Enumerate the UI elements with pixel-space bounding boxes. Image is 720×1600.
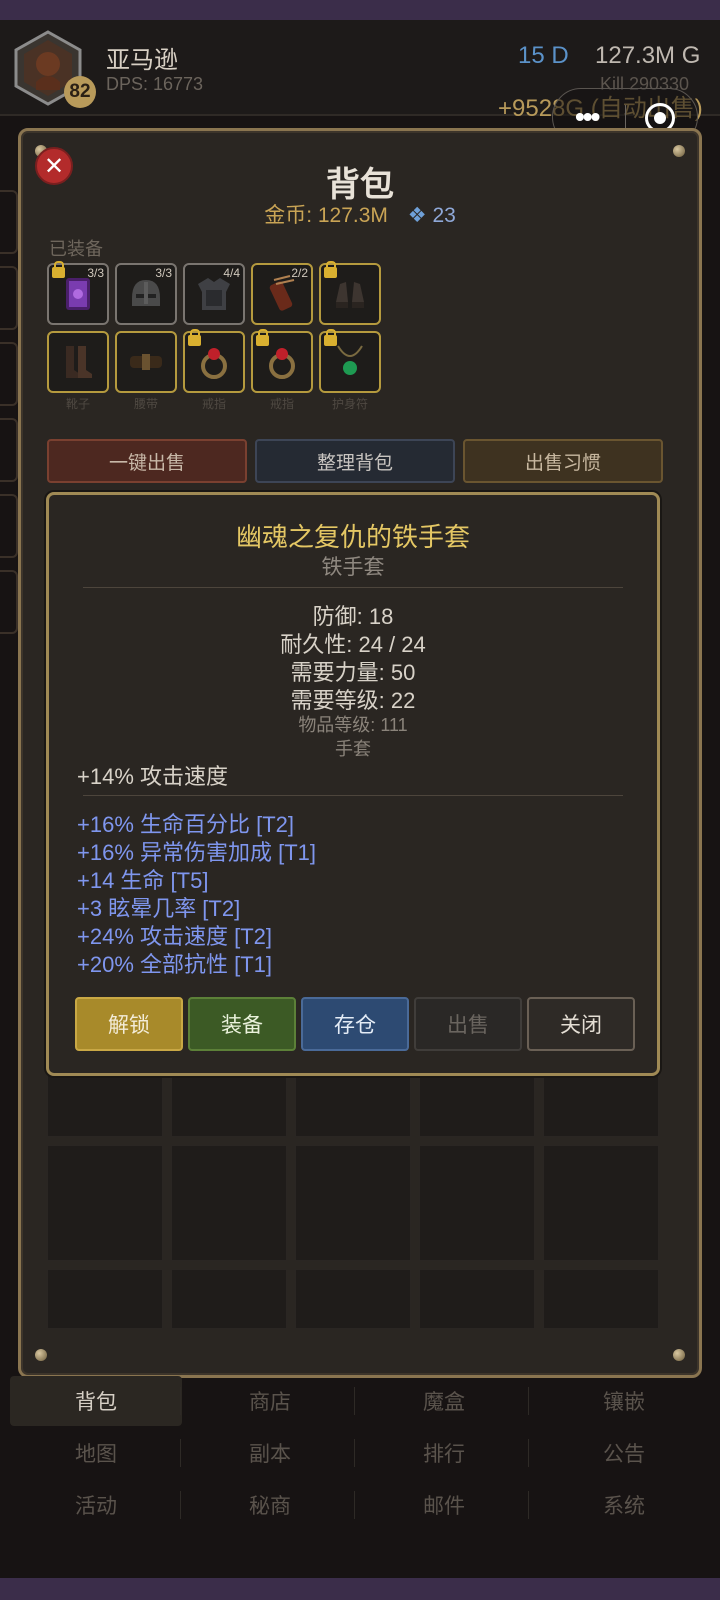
item-base-type: 铁手套 — [321, 556, 385, 579]
nav-ranking[interactable]: 排行 — [358, 1428, 530, 1478]
equip-slot-belt[interactable] — [115, 331, 177, 393]
slot-label: 戒指 — [269, 397, 294, 411]
inventory-cell[interactable] — [295, 1269, 411, 1329]
corner-rivet-icon — [35, 1349, 47, 1361]
belt-icon — [130, 354, 162, 370]
boots-icon — [66, 346, 92, 378]
nav-dungeon[interactable]: 副本 — [184, 1428, 356, 1478]
nav-secret-merchant[interactable]: 秘商 — [184, 1480, 356, 1530]
gold-count: 127.3M G — [595, 42, 701, 69]
bottom-navigation: 背包 商店 魔盒 镶嵌 地图 副本 排行 公告 活动 秘商 邮件 系统 — [0, 1376, 720, 1566]
lock-icon — [52, 261, 65, 278]
corner-rivet-icon — [673, 145, 685, 157]
currency-line: 金币: 127.3M ❖ 23 — [21, 199, 699, 229]
nav-divider — [354, 1439, 355, 1467]
nav-magic-box[interactable]: 魔盒 — [358, 1376, 530, 1426]
lock-icon — [188, 329, 201, 346]
slot-label: 靴子 — [65, 397, 90, 411]
slot-label: 戒指 — [201, 397, 226, 411]
nav-divider — [528, 1491, 529, 1519]
nav-divider — [180, 1387, 181, 1415]
slot-count: 2/2 — [291, 266, 308, 280]
nav-divider — [528, 1387, 529, 1415]
inventory-cell[interactable] — [543, 1145, 659, 1261]
close-tooltip-button[interactable]: 关闭 — [527, 997, 635, 1051]
nav-inlay[interactable]: 镶嵌 — [538, 1376, 710, 1426]
equipped-label: 已装备 — [49, 239, 103, 259]
equip-slot-ring-2[interactable] — [251, 329, 313, 393]
sort-bag-button[interactable]: 整理背包 — [255, 439, 455, 483]
unlock-button[interactable]: 解锁 — [75, 997, 183, 1051]
inventory-cell[interactable] — [419, 1145, 535, 1261]
gold-label: 金币: 127.3M — [264, 204, 388, 227]
equip-button[interactable]: 装备 — [188, 997, 296, 1051]
player-header: 82 亚马逊 DPS: 16773 15 D 127.3M G Kill 290… — [0, 20, 720, 146]
sell-button[interactable]: 出售 — [414, 997, 522, 1051]
equip-slot-quiver[interactable]: 2/2 — [251, 263, 313, 325]
status-strip — [0, 0, 720, 20]
background-side-cards — [0, 190, 18, 650]
home-indicator-strip — [0, 1578, 720, 1600]
nav-divider — [528, 1439, 529, 1467]
nav-shop[interactable]: 商店 — [184, 1376, 356, 1426]
divider — [83, 587, 623, 588]
store-button[interactable]: 存仓 — [301, 997, 409, 1051]
level-badge: 82 — [64, 76, 96, 108]
implicit-mod: +14% 攻击速度 — [77, 764, 228, 789]
nav-backpack[interactable]: 背包 — [10, 1376, 182, 1426]
nav-divider — [180, 1439, 181, 1467]
nav-mail[interactable]: 邮件 — [358, 1480, 530, 1530]
slot-label: 护身符 — [331, 397, 368, 411]
affix-line: +20% 全部抗性 [T1] — [77, 952, 273, 977]
gem-count: 23 — [432, 204, 456, 227]
item-level: 物品等级: 111 — [298, 715, 408, 735]
slot-count: 3/3 — [155, 266, 172, 280]
divider — [83, 795, 623, 796]
sell-all-button[interactable]: 一键出售 — [47, 439, 247, 483]
amulet-icon — [337, 345, 363, 375]
dps-value: DPS: 16773 — [106, 74, 204, 94]
nav-system[interactable]: 系统 — [538, 1480, 710, 1530]
slot-type: 手套 — [335, 739, 371, 759]
equip-slot-tome[interactable]: 3/3 — [47, 261, 109, 325]
slot-label: 腰带 — [133, 397, 158, 411]
lock-icon — [324, 329, 337, 346]
nav-map[interactable]: 地图 — [10, 1428, 182, 1478]
equip-slot-gloves[interactable] — [319, 261, 381, 325]
equip-slot-armor[interactable]: 4/4 — [183, 263, 245, 325]
inventory-cell[interactable] — [171, 1269, 287, 1329]
nav-divider — [180, 1491, 181, 1519]
equip-slot-helmet[interactable]: 3/3 — [115, 263, 177, 325]
nav-announcement[interactable]: 公告 — [538, 1428, 710, 1478]
inventory-cell[interactable] — [171, 1145, 287, 1261]
lock-icon — [256, 329, 269, 346]
item-name: 幽魂之复仇的铁手套 — [235, 522, 470, 552]
inventory-cell[interactable] — [419, 1269, 535, 1329]
gauntlets-icon — [336, 282, 364, 308]
nav-events[interactable]: 活动 — [10, 1480, 182, 1530]
slot-count: 4/4 — [223, 266, 240, 280]
slot-count: 3/3 — [87, 266, 104, 280]
equip-slot-amulet[interactable] — [319, 329, 381, 393]
inventory-cell[interactable] — [47, 1269, 163, 1329]
corner-rivet-icon — [673, 1349, 685, 1361]
nav-divider — [354, 1491, 355, 1519]
ring-icon — [269, 348, 295, 379]
inventory-cell[interactable] — [47, 1145, 163, 1261]
diamond-count: 15 D — [518, 42, 569, 69]
player-name: 亚马逊 — [106, 47, 178, 74]
sell-habit-button[interactable]: 出售习惯 — [463, 439, 663, 483]
inventory-cell[interactable] — [295, 1145, 411, 1261]
gem-icon: ❖ — [407, 204, 427, 227]
equip-slot-boots[interactable] — [47, 331, 109, 393]
lock-icon — [324, 261, 337, 278]
equip-slot-ring-1[interactable] — [183, 329, 245, 393]
ring-icon — [201, 348, 227, 379]
item-tooltip: 幽魂之复仇的铁手套 铁手套 防御: 18 耐久性: 24 / 24 需要力量: … — [46, 492, 660, 1076]
game-screen: 82 亚马逊 DPS: 16773 15 D 127.3M G Kill 290… — [0, 0, 720, 1600]
inventory-cell[interactable] — [543, 1269, 659, 1329]
nav-divider — [354, 1387, 355, 1415]
